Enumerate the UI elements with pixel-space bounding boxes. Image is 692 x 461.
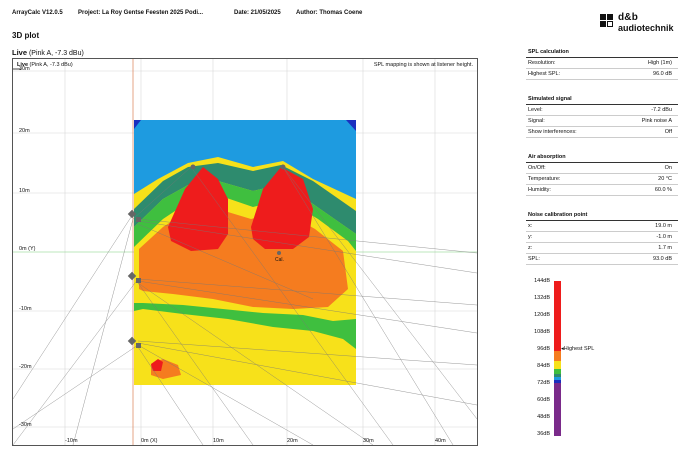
x-axis-label: -10m [65,438,78,444]
x-axis-label: 0m (X) [141,438,158,444]
row-label: Temperature: [528,176,561,182]
panel-title: Air absorption [526,153,678,163]
y-axis-label: -10m [19,306,32,312]
row-label: On/Off: [528,165,546,171]
panel-row: Humidity: 60.0 % [526,185,678,196]
spl-map [134,120,356,385]
date-label: Date: 21/05/2025 [234,10,281,16]
panel-row: Level: -7.2 dBu [526,105,678,116]
y-axis-label: 10m [19,188,30,194]
row-label: SPL: [528,256,540,262]
row-label: Highest SPL: [528,71,561,77]
row-label: Show interferences: [528,129,577,135]
panel-row: Resolution: High (1m) [526,58,678,69]
row-value: High (1m) [647,60,672,66]
row-value: On [664,165,672,171]
spl-map-svg [13,59,477,445]
x-axis-label: 10m [213,438,224,444]
scale-tick: 72dB [537,380,550,386]
panel-row: SPL: 93.0 dB [526,254,678,265]
scale-tick: 48dB [537,414,550,420]
scale-tick: 120dB [534,312,550,318]
row-label: Signal: [528,118,545,124]
row-value: -7.2 dBu [651,107,672,113]
subtitle-detail: (Pink A, -7.3 dBu) [28,50,84,57]
color-scale-bar [554,281,561,436]
panel-row: x: 19.0 m [526,221,678,232]
row-value: -1.0 m [656,234,672,240]
row-label: Level: [528,107,543,113]
highest-spl-marker: ◂Highest SPL [561,346,595,352]
scale-tick: 132dB [534,295,550,301]
row-value: 96.0 dB [653,71,672,77]
panel-title: Noise calibration point [526,211,678,221]
highest-spl-label: Highest SPL [563,346,595,352]
panel-title: SPL calculation [526,48,678,58]
simulated-signal-panel: Simulated signal Level: -7.2 dBu Signal: P… [526,95,678,138]
project-name: Project: La Roy Gentse Feesten 2025 Podi… [78,10,204,16]
row-value: Pink noise A [641,118,672,124]
app-version: ArrayCalc V12.0.5 [12,10,63,16]
plot-note: SPL mapping is shown at listener height. [373,62,473,68]
panel-row: Temperature: 20 °C [526,174,678,185]
row-label: z: [528,245,533,251]
page-title: 3D plot [12,31,40,40]
spl-color-scale: 144dB 132dB 120dB 108dB 96dB 84dB 72dB 6… [528,278,608,437]
row-label: x: [528,223,533,229]
plot-detail: (Pink A, -7.3 dBu) [29,62,73,68]
x-axis-label: 30m [363,438,374,444]
x-axis-label: 40m [435,438,446,444]
row-value: 60.0 % [654,187,672,193]
y-axis-label: 30m [19,66,30,72]
row-label: Resolution: [528,60,556,66]
scale-tick: 36dB [537,431,550,437]
y-axis-label: -30m [19,422,32,428]
row-value: Off [664,129,672,135]
panel-row: On/Off: On [526,163,678,174]
y-axis-label: 0m (Y) [19,246,36,252]
scale-tick: 60dB [537,397,550,403]
logo-text-audiotechnik: audiotechnik [618,23,674,33]
calibration-point-label: Cal. [275,257,284,263]
spl-calculation-panel: SPL calculation Resolution: High (1m) Hig… [526,48,678,80]
row-label: y: [528,234,533,240]
panel-row: Highest SPL: 96.0 dB [526,69,678,80]
panel-row: z: 1.7 m [526,243,678,254]
x-axis-label: 20m [287,438,298,444]
panel-title: Simulated signal [526,95,678,105]
row-value: 19.0 m [655,223,672,229]
air-absorption-panel: Air absorption On/Off: On Temperature: 20 … [526,153,678,196]
panel-row: y: -1.0 m [526,232,678,243]
logo-mark-icon [600,14,614,28]
panel-row: Signal: Pink noise A [526,116,678,127]
db-logo: d&b audiotechnik [600,12,680,36]
row-value: 20 °C [658,176,672,182]
row-value: 1.7 m [658,245,672,251]
scale-tick: 144dB [534,278,550,284]
logo-text-db: d&b [618,12,639,23]
scale-tick: 96dB [537,346,550,352]
noise-calibration-panel: Noise calibration point x: 19.0 m y: -1.0 … [526,211,678,265]
plot-subtitle: Live (Pink A, -7.3 dBu) [12,48,84,57]
y-axis-label: -20m [19,364,32,370]
spl-3d-plot[interactable]: Live (Pink A, -7.3 dBu) SPL mapping is s… [12,58,478,446]
row-label: Humidity: [528,187,551,193]
y-axis-label: 20m [19,128,30,134]
scale-tick: 108dB [534,329,550,335]
row-value: 93.0 dB [653,256,672,262]
author-label: Author: Thomas Coene [296,10,363,16]
panel-row: Show interferences: Off [526,127,678,138]
subtitle-mode: Live [12,48,28,57]
scale-tick: 84dB [537,363,550,369]
